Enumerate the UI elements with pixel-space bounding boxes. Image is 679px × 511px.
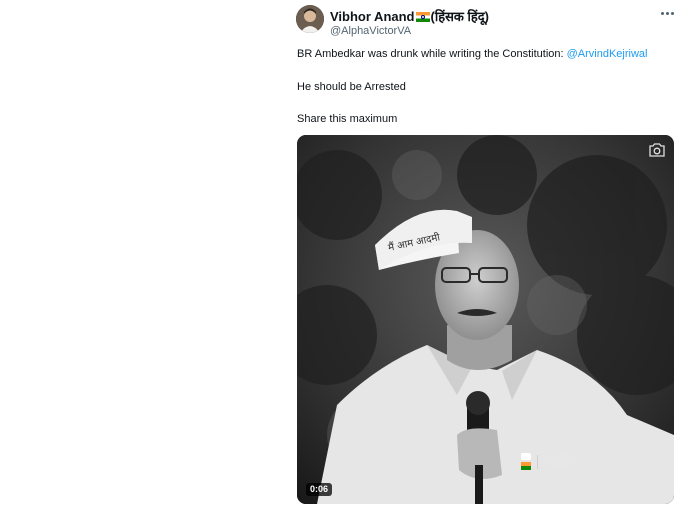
video-duration: 0:06 xyxy=(306,483,333,496)
watermark-text: POLITICS PE CHARCHA xyxy=(537,455,581,469)
watermark: POLITICS PE CHARCHA xyxy=(518,451,581,473)
watermark-logo-icon xyxy=(518,451,534,473)
watermark-line-2: CHARCHA xyxy=(541,462,573,468)
video-frame: मैं आम आदमी xyxy=(297,135,674,504)
tweet-text-line-2: He should be Arrested xyxy=(297,81,406,93)
tweet-text-line-1: BR Ambedkar was drunk while writing the … xyxy=(297,47,647,61)
tweet-text-prefix: BR Ambedkar was drunk while writing the … xyxy=(297,48,567,60)
author-name-row[interactable]: Vibhor Anand (हिंसक हिंदू) xyxy=(330,7,489,25)
author-handle[interactable]: @AlphaVictorVA xyxy=(330,25,411,37)
watermark-line-1: POLITICS PE xyxy=(541,455,581,461)
mention-link[interactable]: @ArvindKejriwal xyxy=(567,48,648,60)
display-name-suffix[interactable]: (हिंसक हिंदू) xyxy=(431,9,490,24)
tweet: Vibhor Anand (हिंसक हिंदू) @AlphaVictorVA… xyxy=(0,0,679,511)
india-flag-icon xyxy=(415,12,430,22)
camera-icon[interactable] xyxy=(648,143,666,157)
more-options-icon[interactable] xyxy=(660,6,674,20)
avatar[interactable] xyxy=(296,5,324,33)
video-player[interactable]: मैं आम आदमी POLITICS PE CHARCHA 0:06 xyxy=(297,135,674,504)
tweet-text-line-3: Share this maximum xyxy=(297,113,398,125)
display-name[interactable]: Vibhor Anand xyxy=(330,9,415,24)
